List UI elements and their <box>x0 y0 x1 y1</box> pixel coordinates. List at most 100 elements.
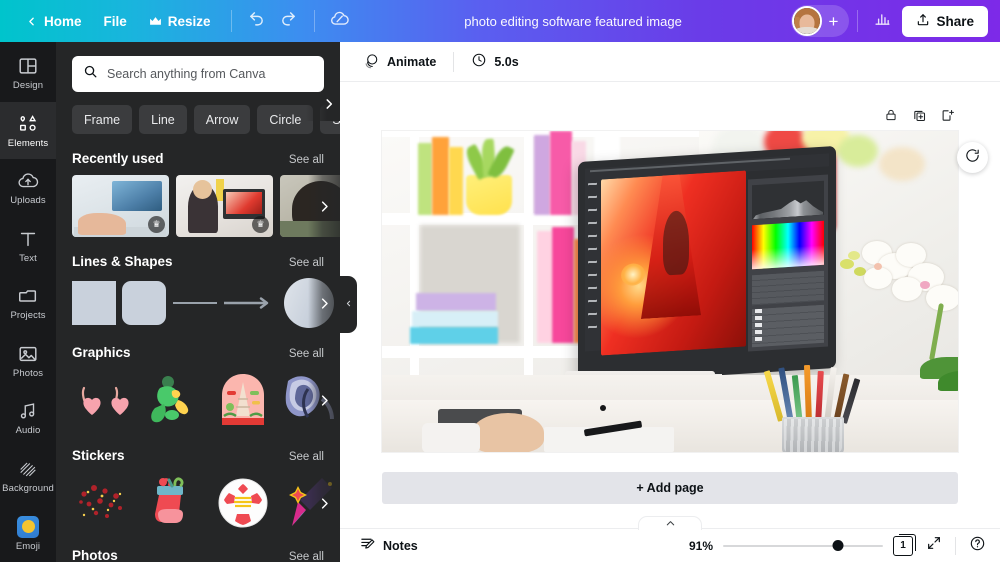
sidebar-item-uploads[interactable]: Uploads <box>0 159 56 217</box>
list-item[interactable]: ♛ <box>176 175 273 237</box>
insert-page-button[interactable] <box>936 105 958 125</box>
shape-square[interactable] <box>72 281 116 325</box>
collaborators-group[interactable]: + <box>790 5 850 37</box>
top-toolbar-center: photo editing software featured image <box>356 9 791 34</box>
scroll-next-button[interactable] <box>308 472 340 534</box>
left-rail: Design Elements Uploads Text Projects Ph… <box>0 42 56 562</box>
chip-circle[interactable]: Circle <box>257 105 314 134</box>
redo-button[interactable] <box>273 6 305 36</box>
page-tools <box>382 105 958 125</box>
share-button[interactable]: Share <box>902 5 988 37</box>
sidebar-item-label: Elements <box>7 137 49 149</box>
chip-frame[interactable]: Frame <box>72 105 133 134</box>
see-all-link[interactable]: See all <box>289 257 324 269</box>
add-page-button[interactable]: + Add page <box>382 472 958 504</box>
list-item[interactable] <box>142 369 204 431</box>
sidebar-item-photos[interactable]: Photos <box>0 332 56 390</box>
section-header: Recently used See all <box>72 151 324 166</box>
fullscreen-button[interactable] <box>923 535 945 557</box>
search-box[interactable] <box>72 56 324 92</box>
file-label: File <box>103 13 127 29</box>
sidebar-item-projects[interactable]: Projects <box>0 274 56 332</box>
document-title[interactable]: photo editing software featured image <box>454 9 692 34</box>
section-graphics: Graphics See all <box>56 345 340 431</box>
cloud-saved-button[interactable] <box>324 6 356 36</box>
duration-label: 5.0s <box>494 54 519 69</box>
notes-label: Notes <box>383 538 418 553</box>
top-toolbar-right: + Share <box>790 0 1000 42</box>
animate-icon <box>363 52 380 72</box>
help-button[interactable] <box>966 535 988 557</box>
chevron-right-icon <box>322 97 336 116</box>
section-title: Graphics <box>72 345 131 360</box>
chip-line[interactable]: Line <box>139 105 187 134</box>
scroll-next-button[interactable] <box>308 369 340 431</box>
list-item[interactable] <box>72 369 134 431</box>
home-label: Home <box>44 13 82 29</box>
list-item[interactable] <box>212 472 274 534</box>
help-icon <box>969 535 986 557</box>
resize-button[interactable]: Resize <box>138 6 222 36</box>
see-all-link[interactable]: See all <box>289 551 324 562</box>
scroll-next-button[interactable] <box>308 278 340 328</box>
section-header: Lines & Shapes See all <box>72 254 324 269</box>
chips-scroll-next[interactable] <box>306 92 340 121</box>
toolbar-divider-3 <box>857 10 859 32</box>
toolbar-divider <box>230 10 232 32</box>
page-count-button[interactable]: 1 <box>893 533 916 556</box>
add-comment-icon <box>964 147 981 169</box>
add-collaborator-button[interactable]: + <box>823 13 841 30</box>
crown-icon <box>149 16 162 27</box>
shape-rounded-square[interactable] <box>122 281 166 325</box>
scroll-next-button[interactable] <box>308 175 340 237</box>
shapes-row <box>72 278 340 328</box>
sidebar-item-design[interactable]: Design <box>0 44 56 102</box>
list-item[interactable] <box>142 472 204 534</box>
animate-button[interactable]: Animate <box>354 47 445 77</box>
animate-label: Animate <box>387 54 437 69</box>
sidebar-item-label: Projects <box>10 310 46 322</box>
duration-button[interactable]: 5.0s <box>462 47 527 77</box>
shapes-icon <box>17 113 39 135</box>
notes-icon <box>359 535 376 557</box>
shape-line[interactable] <box>172 281 218 325</box>
home-button[interactable]: Home <box>14 6 93 36</box>
notes-button[interactable]: Notes <box>352 531 425 561</box>
chip-arrow[interactable]: Arrow <box>193 105 251 134</box>
lock-page-button[interactable] <box>880 105 902 125</box>
cloud-saved-icon <box>330 9 349 33</box>
sidebar-item-label: Photos <box>12 367 44 379</box>
sidebar-item-elements[interactable]: Elements <box>0 101 56 160</box>
collapse-panel-button[interactable] <box>340 276 357 333</box>
chevron-left-icon <box>344 299 353 311</box>
add-comment-button[interactable] <box>957 142 988 173</box>
file-menu-button[interactable]: File <box>93 6 138 36</box>
image-icon <box>17 343 39 365</box>
see-all-link[interactable]: See all <box>289 451 324 463</box>
sidebar-item-background[interactable]: Background <box>0 447 56 505</box>
list-item[interactable] <box>212 369 274 431</box>
see-all-link[interactable]: See all <box>289 154 324 166</box>
stickers-row <box>72 472 340 534</box>
expand-pages-panel-button[interactable] <box>638 516 702 530</box>
section-title: Stickers <box>72 448 125 463</box>
top-toolbar-left: Home File Resize <box>0 0 356 42</box>
sidebar-item-text[interactable]: Text <box>0 217 56 275</box>
list-item[interactable] <box>72 472 134 534</box>
page-photo <box>382 131 958 452</box>
sidebar-item-audio[interactable]: Audio <box>0 389 56 447</box>
list-item[interactable]: ♛ <box>72 175 169 237</box>
see-all-link[interactable]: See all <box>289 348 324 360</box>
design-page[interactable] <box>382 131 958 452</box>
sidebar-item-emoji[interactable]: Emoji <box>0 505 56 562</box>
insights-button[interactable] <box>866 6 898 36</box>
zoom-slider-handle[interactable] <box>832 540 844 551</box>
fullscreen-icon <box>926 535 942 556</box>
search-icon <box>83 64 98 84</box>
section-title: Photos <box>72 548 118 562</box>
undo-button[interactable] <box>241 6 273 36</box>
search-input[interactable] <box>107 67 313 81</box>
duplicate-page-button[interactable] <box>908 105 930 125</box>
shape-arrow[interactable] <box>224 281 278 325</box>
zoom-slider[interactable] <box>723 539 883 553</box>
